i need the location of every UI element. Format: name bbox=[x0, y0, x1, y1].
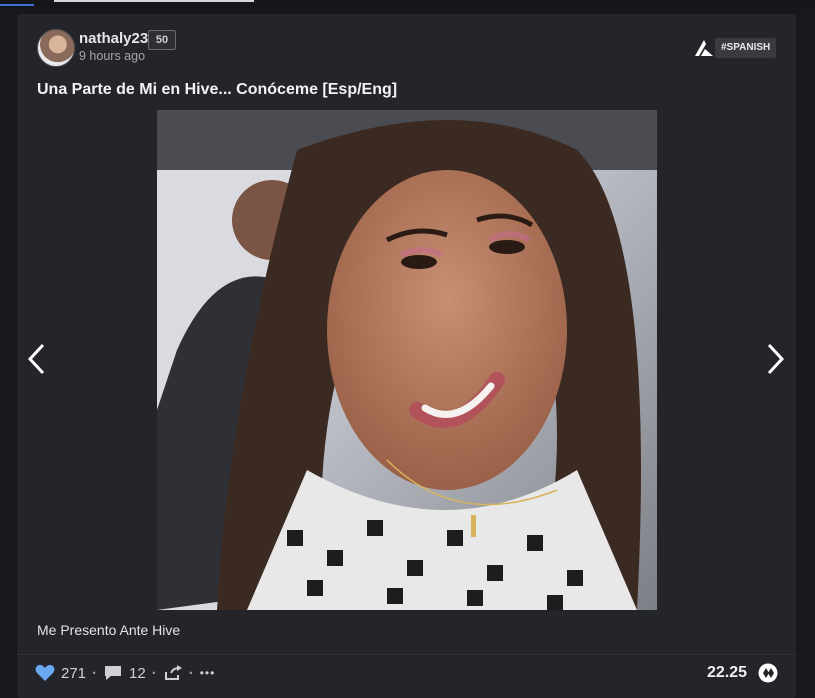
divider bbox=[17, 654, 796, 655]
separator-dot: · bbox=[92, 664, 98, 682]
community-tag[interactable]: #SPANISH bbox=[715, 38, 777, 58]
separator-dot: · bbox=[151, 664, 157, 682]
reblog-icon[interactable] bbox=[163, 664, 183, 682]
author-name[interactable]: nathaly23 bbox=[79, 30, 148, 47]
chevron-left-icon[interactable] bbox=[25, 342, 49, 376]
post-card: nathaly23 50 9 hours ago #SPANISH Una Pa… bbox=[17, 14, 796, 698]
selfie-image bbox=[157, 110, 657, 610]
active-tab-indicator[interactable] bbox=[0, 4, 34, 6]
avatar[interactable] bbox=[37, 29, 75, 67]
payout-amount[interactable]: 22.25 bbox=[707, 664, 747, 682]
tab-underline[interactable] bbox=[54, 0, 254, 2]
post-title[interactable]: Una Parte de Mi en Hive... Conóceme [Esp… bbox=[37, 81, 397, 99]
separator-dot: · bbox=[188, 664, 194, 682]
post-caption[interactable]: Me Presento Ante Hive bbox=[37, 622, 180, 638]
chevron-right-icon[interactable] bbox=[763, 342, 787, 376]
post-time[interactable]: 9 hours ago bbox=[79, 49, 145, 63]
post-image[interactable] bbox=[157, 110, 657, 610]
more-options[interactable]: ••• bbox=[200, 666, 216, 680]
comment-icon[interactable] bbox=[103, 664, 123, 682]
post-actions: 271 · 12 · · ••• bbox=[35, 662, 215, 684]
comment-count[interactable]: 12 bbox=[129, 665, 146, 682]
heart-icon[interactable] bbox=[35, 664, 55, 682]
hive-token-icon[interactable] bbox=[758, 663, 778, 683]
reputation-badge: 50 bbox=[148, 30, 176, 50]
like-count[interactable]: 271 bbox=[61, 665, 86, 682]
top-bar bbox=[0, 0, 815, 8]
hive-logo-icon[interactable] bbox=[693, 38, 715, 58]
